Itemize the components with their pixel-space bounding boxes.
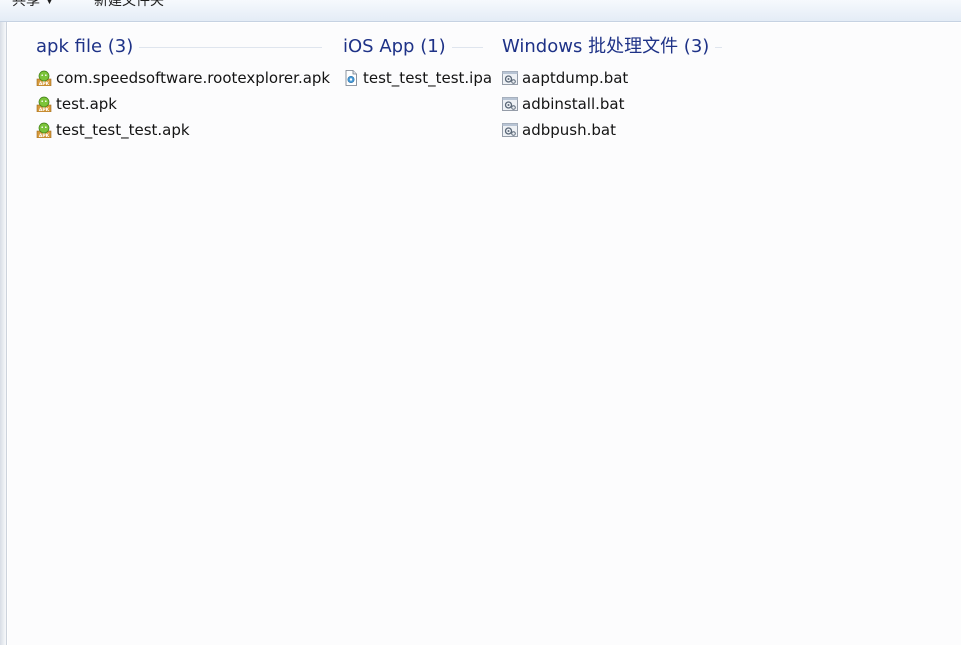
file-name: adbinstall.bat: [522, 95, 625, 113]
file-item[interactable]: APK test.apk: [36, 91, 330, 117]
share-label: 共享: [12, 0, 40, 9]
group-header[interactable]: apk file (3): [36, 35, 330, 59]
android-apk-icon: APK: [36, 96, 52, 112]
svg-text:APK: APK: [39, 81, 50, 86]
android-apk-icon: APK: [36, 70, 52, 86]
batch-file-icon: [502, 71, 518, 85]
group-header[interactable]: Windows 批处理文件 (3): [502, 35, 722, 59]
batch-file-icon: [502, 97, 518, 111]
file-name: aaptdump.bat: [522, 69, 629, 87]
group-separator: [447, 47, 483, 48]
file-item[interactable]: adbpush.bat: [502, 117, 715, 143]
svg-text:APK: APK: [39, 133, 50, 138]
group-title: Windows 批处理文件 (3): [502, 35, 716, 59]
group-windows-batch: Windows 批处理文件 (3) aaptdump.bat adbinstal…: [502, 35, 722, 143]
share-button[interactable]: 共享 ▼: [12, 0, 53, 11]
new-folder-button[interactable]: 新建文件夹: [94, 0, 164, 11]
group-title: iOS App (1): [343, 35, 452, 59]
file-item[interactable]: APK com.speedsoftware.rootexplorer.apk: [36, 65, 330, 91]
group-apk-file: apk file (3) APK com.speedsoftware.roote…: [36, 35, 330, 143]
file-name: com.speedsoftware.rootexplorer.apk: [56, 69, 331, 87]
command-bar: 共享 ▼ 新建文件夹: [0, 0, 961, 22]
file-name: test.apk: [56, 95, 117, 113]
file-item[interactable]: adbinstall.bat: [502, 91, 715, 117]
group-title: apk file (3): [36, 35, 140, 59]
file-name: adbpush.bat: [522, 121, 616, 139]
file-name: test_test_test.apk: [56, 121, 190, 139]
batch-file-icon: [502, 123, 518, 137]
new-folder-label: 新建文件夹: [94, 0, 164, 9]
group-separator: [126, 47, 322, 48]
dropdown-arrow-icon: ▼: [46, 0, 53, 6]
file-list-pane: apk file (3) APK com.speedsoftware.roote…: [8, 23, 961, 645]
file-name: test_test_test.ipa: [363, 69, 493, 87]
svg-text:APK: APK: [39, 107, 50, 112]
navigation-pane-edge: [0, 22, 7, 645]
file-item[interactable]: aaptdump.bat: [502, 65, 715, 91]
file-item[interactable]: test_test_test.ipa: [343, 65, 492, 91]
ios-ipa-icon: [345, 70, 357, 86]
android-apk-icon: APK: [36, 122, 52, 138]
file-item[interactable]: APK test_test_test.apk: [36, 117, 330, 143]
group-header[interactable]: iOS App (1): [343, 35, 492, 59]
group-ios-app: iOS App (1) test_test_test.ipa: [343, 35, 492, 91]
